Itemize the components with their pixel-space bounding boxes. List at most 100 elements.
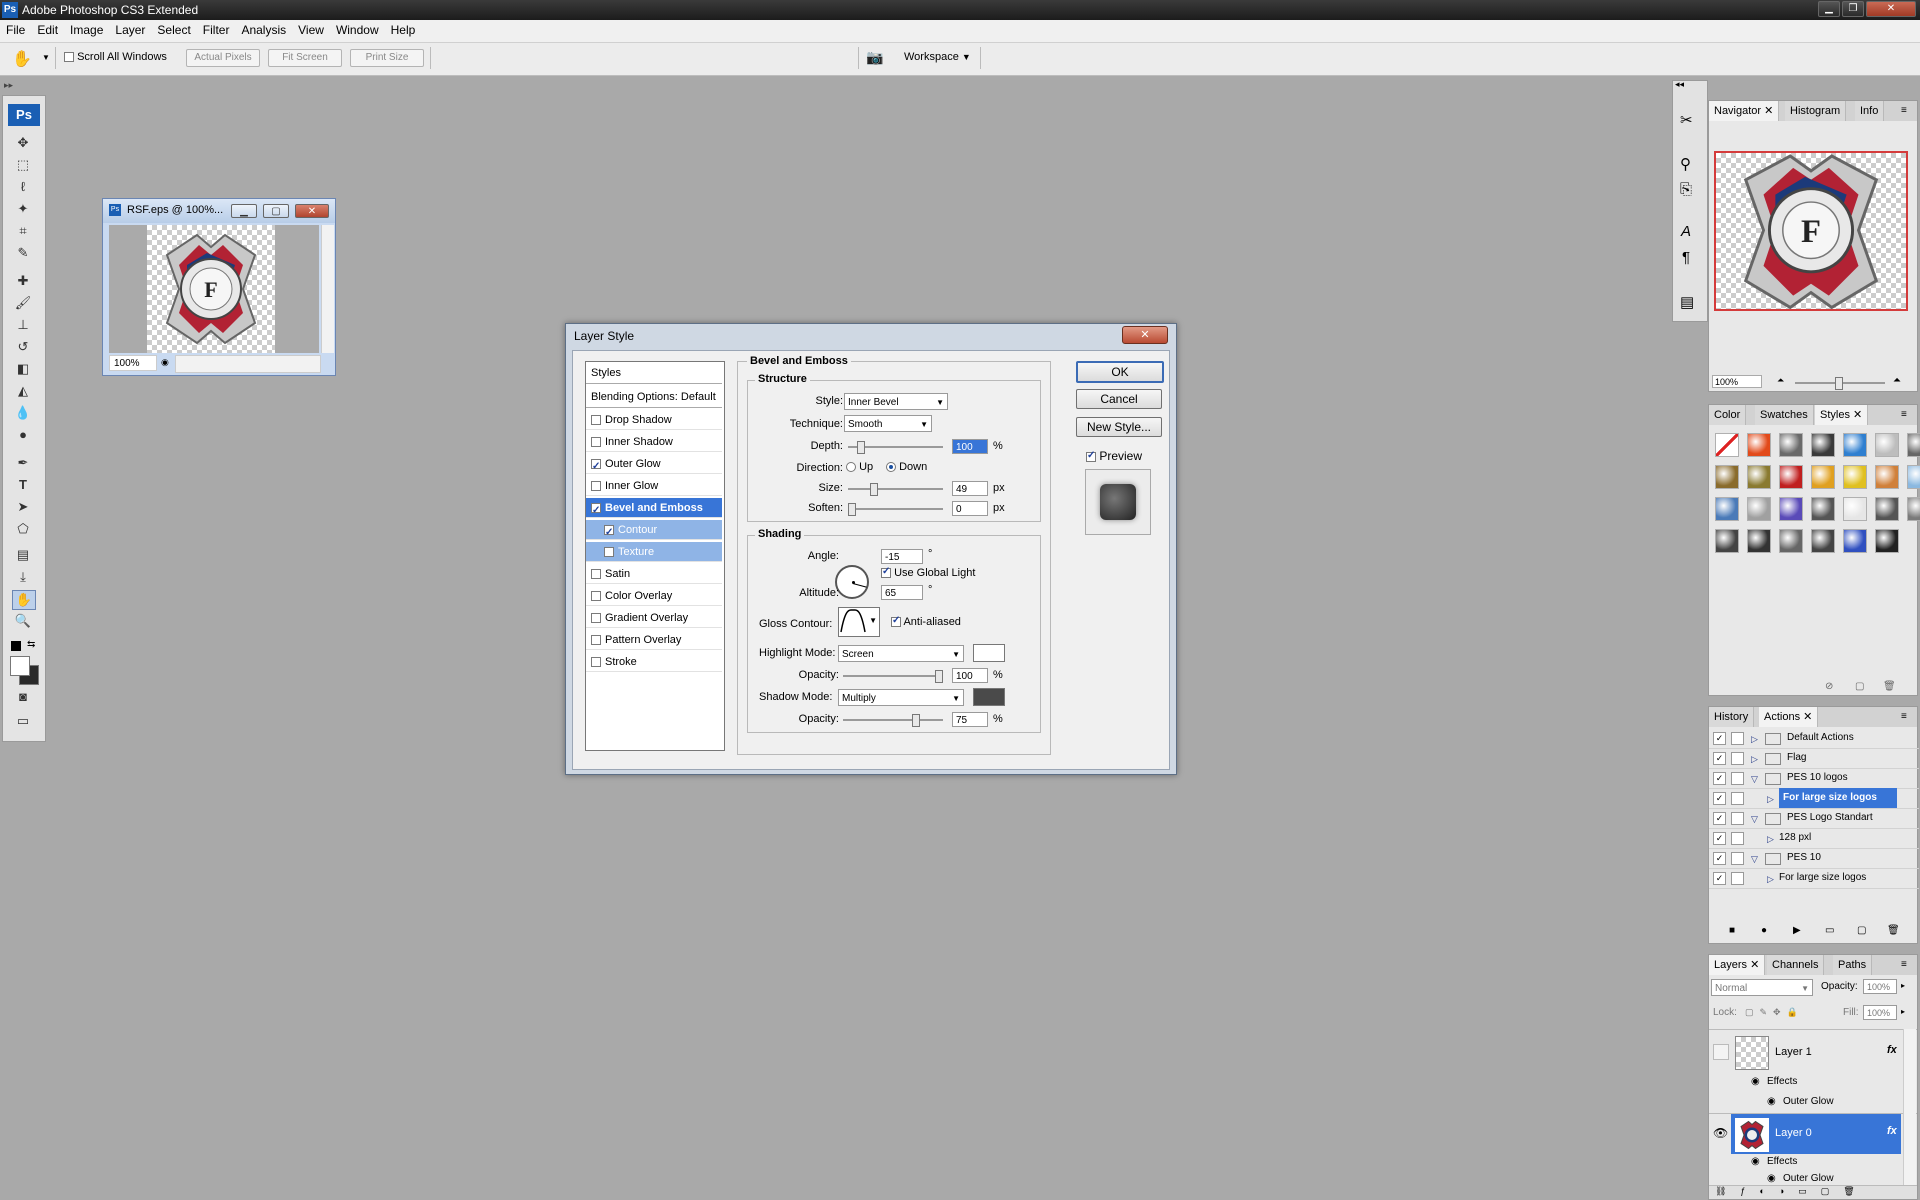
action-row[interactable]: ✓ ▽ PES 10 logos [1709, 768, 1919, 789]
checkbox-box[interactable] [604, 547, 614, 558]
actual-pixels-button[interactable]: Actual Pixels [186, 49, 260, 67]
layers-toolbar-icons[interactable]: ⛓ƒ◐◑▭▢🗑 [1709, 1185, 1917, 1199]
workspace-icon[interactable]: 📷 [866, 49, 883, 66]
style-swatch[interactable] [1843, 529, 1867, 553]
zoom-out-icon[interactable]: ⏶ [1777, 375, 1784, 386]
expand-right-icon[interactable]: ▷ [1751, 749, 1758, 769]
scroll-all-windows-checkbox[interactable]: Scroll All Windows [64, 51, 167, 63]
zoom-tool-icon[interactable]: 🔍 [12, 612, 34, 630]
trash-icon[interactable]: 🗑 [1883, 681, 1896, 692]
expand-down-icon[interactable]: ▽ [1751, 769, 1758, 789]
radio-icon[interactable] [886, 462, 896, 473]
foreground-color-swatch[interactable] [10, 656, 30, 676]
style-swatch[interactable] [1779, 433, 1803, 457]
checkbox-box[interactable] [891, 615, 901, 628]
screen-mode-icon[interactable]: ▭ [12, 712, 34, 730]
soften-input[interactable]: 0 [952, 501, 988, 516]
lock-icons[interactable]: ▢✎✥🔒 [1745, 1007, 1804, 1018]
record-icon[interactable]: ● [1761, 925, 1767, 936]
layer-name[interactable]: Layer 1 [1775, 1046, 1812, 1058]
navigator-zoom-field[interactable]: 100% [1712, 375, 1762, 388]
cancel-button[interactable]: Cancel [1076, 389, 1162, 409]
menu-image[interactable]: Image [64, 20, 109, 40]
close-icon[interactable]: ✕ [1764, 105, 1773, 117]
effect-item-bevel-and-emboss[interactable]: Bevel and Emboss [586, 498, 722, 521]
layer-row-layer-0[interactable]: 👁 Layer 0 fx [1709, 1113, 1917, 1154]
checkbox-box[interactable] [881, 566, 891, 579]
ok-button[interactable]: OK [1076, 361, 1164, 383]
panel-menu-icon[interactable]: ≡ [1901, 711, 1907, 722]
path-selection-icon[interactable]: ➤ [12, 498, 34, 516]
soften-slider[interactable] [848, 503, 943, 516]
expand-right-icon[interactable]: ▷ [1767, 829, 1774, 849]
fill-arrow-icon[interactable]: ▸ [1901, 1007, 1905, 1016]
style-swatch[interactable] [1843, 433, 1867, 457]
style-swatch[interactable] [1779, 497, 1803, 521]
clone-source-icon[interactable]: ⎘ [1680, 181, 1692, 198]
technique-select[interactable]: Smooth ▼ [844, 415, 932, 432]
action-toggle-icon[interactable]: ✓ [1713, 832, 1726, 845]
lasso-tool-icon[interactable]: ℓ [12, 178, 34, 196]
checkbox-box[interactable] [591, 657, 601, 668]
style-swatch[interactable] [1907, 433, 1920, 457]
close-icon[interactable]: ✕ [1803, 711, 1812, 723]
opacity-arrow-icon[interactable]: ▸ [1901, 981, 1905, 990]
size-input[interactable]: 49 [952, 481, 988, 496]
tool-presets-icon[interactable]: ✂ [1680, 111, 1693, 129]
blur-tool-icon[interactable]: 💧 [12, 404, 34, 422]
depth-input[interactable]: 100 [952, 439, 988, 454]
hand-tool-icon[interactable]: ✋ [12, 590, 36, 610]
layer-name[interactable]: Layer 0 [1775, 1127, 1812, 1139]
brushes-icon[interactable]: ⚲ [1680, 155, 1691, 173]
effect-item-gradient-overlay[interactable]: Gradient Overlay [586, 608, 722, 628]
close-icon[interactable]: ✕ [1853, 409, 1862, 421]
new-style-icon[interactable]: ▢ [1855, 681, 1864, 692]
angle-dial[interactable] [835, 565, 869, 599]
ps-badge-icon[interactable]: Ps [8, 104, 40, 126]
shadow-color-swatch[interactable] [973, 688, 1005, 706]
clear-style-icon[interactable]: ⊘ [1825, 681, 1833, 692]
blending-options-item[interactable]: Blending Options: Default [586, 386, 722, 408]
angle-input[interactable]: -15 [881, 549, 923, 564]
style-swatch[interactable] [1747, 497, 1771, 521]
size-slider[interactable] [848, 483, 943, 496]
style-swatch[interactable] [1715, 529, 1739, 553]
expand-right-icon[interactable]: ▷ [1767, 869, 1774, 889]
style-swatch[interactable] [1907, 497, 1920, 521]
eye-icon[interactable]: 👁 [1713, 1126, 1728, 1140]
style-swatch[interactable] [1843, 497, 1867, 521]
dialog-close-button[interactable]: ✕ [1122, 326, 1168, 344]
type-tool-icon[interactable]: T [12, 476, 34, 494]
panel-menu-icon[interactable]: ≡ [1901, 105, 1907, 116]
outer-glow-row[interactable]: ◉ Outer Glow [1709, 1171, 1917, 1185]
action-row[interactable]: ✓ ▽ PES 10 [1709, 848, 1919, 869]
document-canvas[interactable]: F [147, 225, 275, 353]
clone-stamp-icon[interactable]: ⊥ [12, 316, 34, 334]
document-canvas-area[interactable]: F [109, 225, 319, 353]
shadow-opacity-thumb[interactable] [912, 714, 920, 727]
healing-brush-icon[interactable]: ✚ [12, 272, 34, 290]
size-slider-thumb[interactable] [869, 483, 878, 496]
trash-icon[interactable]: 🗑 [1887, 925, 1900, 936]
toolbox-collapse-icon[interactable]: ▸▸ [4, 80, 13, 91]
direction-down-radio[interactable]: Down [886, 461, 927, 473]
action-toggle-icon[interactable]: ✓ [1713, 752, 1726, 765]
doc-vertical-scrollbar[interactable] [321, 225, 334, 353]
style-swatch[interactable] [1715, 433, 1739, 457]
doc-maximize-button[interactable]: ▢ [263, 204, 289, 218]
effect-item-inner-glow[interactable]: Inner Glow [586, 476, 722, 496]
fx-icon[interactable]: fx [1887, 1044, 1897, 1056]
radio-icon[interactable] [846, 462, 856, 473]
fit-screen-button[interactable]: Fit Screen [268, 49, 342, 67]
depth-slider-thumb[interactable] [856, 441, 865, 454]
style-swatch[interactable] [1715, 497, 1739, 521]
checkbox-box[interactable] [591, 569, 601, 580]
outer-glow-row[interactable]: ◉ Outer Glow [1709, 1093, 1917, 1113]
style-swatch[interactable] [1779, 529, 1803, 553]
close-icon[interactable]: ✕ [1750, 959, 1759, 971]
navigator-zoom-slider[interactable] [1795, 377, 1885, 390]
direction-up-radio[interactable]: Up [846, 461, 873, 473]
style-swatch[interactable] [1811, 529, 1835, 553]
dialog-toggle-icon[interactable] [1731, 832, 1744, 845]
action-row[interactable]: ✓ ▷ Flag [1709, 748, 1919, 769]
